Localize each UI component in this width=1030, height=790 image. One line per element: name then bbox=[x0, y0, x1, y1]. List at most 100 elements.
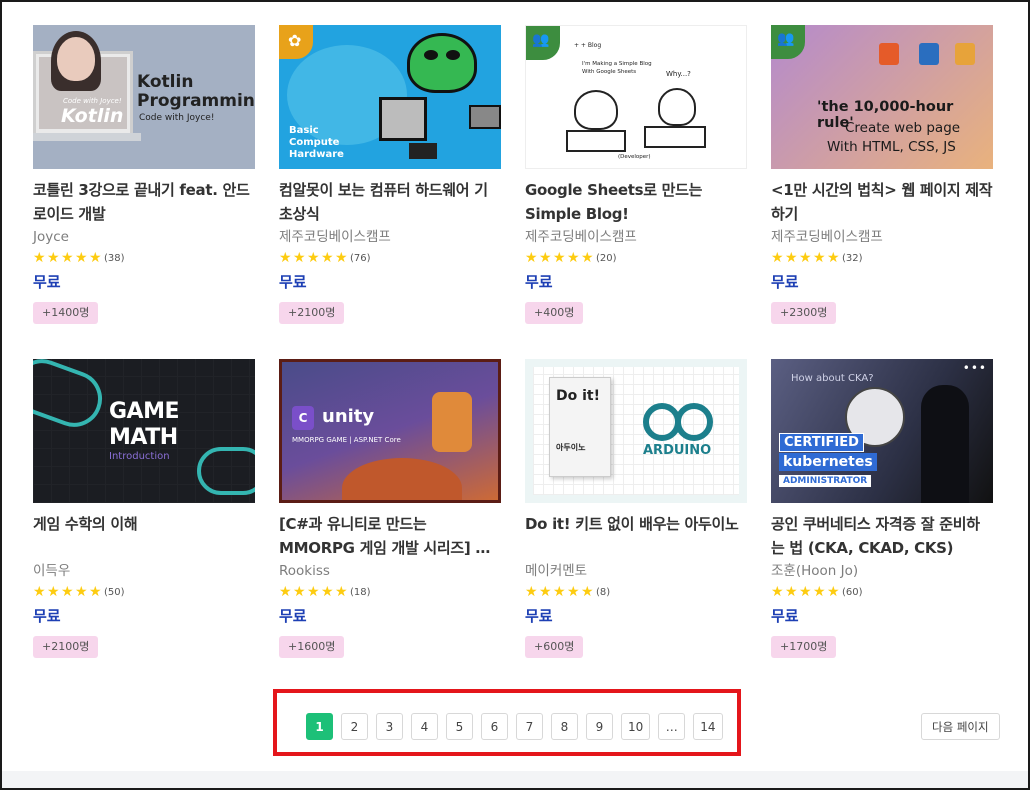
star-icon: ★ bbox=[293, 250, 306, 266]
unity-logo-text: unity bbox=[322, 406, 375, 427]
course-thumbnail[interactable]: C unity MMORPG GAME | ASP.NET Core bbox=[279, 359, 501, 503]
course-title[interactable]: 게임 수학의 이해 bbox=[33, 512, 255, 560]
course-title[interactable]: 코틀린 3강으로 끝내기 feat. 안드로이드 개발 bbox=[33, 178, 255, 226]
thumb-line: Create web page bbox=[845, 120, 961, 136]
course-thumbnail[interactable]: ✿ Basic Compute Hardware bbox=[279, 25, 501, 169]
arduino-logo-icon bbox=[643, 403, 721, 441]
star-icon: ★ bbox=[33, 584, 46, 600]
course-thumbnail[interactable]: 👥 'the 10,000-hour rule' Create web page… bbox=[771, 25, 993, 169]
course-instructor: Rookiss bbox=[279, 563, 330, 579]
page-ellipsis-button[interactable]: … bbox=[658, 713, 686, 740]
course-title[interactable]: <1만 시간의 법칙> 웹 페이지 제작하기 bbox=[771, 178, 993, 226]
thumb-header: How about CKA? bbox=[791, 373, 874, 384]
student-count-badge: +600명 bbox=[525, 636, 584, 658]
next-page-button[interactable]: 다음 페이지 bbox=[921, 713, 1000, 740]
rating-count: (32) bbox=[842, 252, 863, 264]
page-button-14[interactable]: 14 bbox=[693, 713, 723, 740]
course-rating: ★ ★ ★ ★ ★ (20) bbox=[525, 250, 747, 266]
course-thumbnail[interactable]: Code with Joyce! Kotlin Kotlin Programmi… bbox=[33, 25, 255, 169]
star-icon: ★ bbox=[279, 250, 292, 266]
page-button-9[interactable]: 9 bbox=[586, 713, 613, 740]
desk-illustration bbox=[566, 130, 626, 152]
course-price: 무료 bbox=[525, 273, 553, 291]
arduino-logo-text: ARDUINO bbox=[643, 443, 712, 458]
rating-count: (50) bbox=[104, 586, 125, 598]
star-icon: ★ bbox=[539, 250, 552, 266]
thumb-title: Kotlin Programming bbox=[137, 72, 255, 111]
page-button-1[interactable]: 1 bbox=[306, 713, 333, 740]
page-button-6[interactable]: 6 bbox=[481, 713, 508, 740]
rating-count: (76) bbox=[350, 252, 371, 264]
course-thumbnail[interactable]: 👥 + + Blog I'm Making a Simple Blog With… bbox=[525, 25, 747, 169]
course-card[interactable]: 👥 'the 10,000-hour rule' Create web page… bbox=[771, 25, 993, 343]
star-icon: ★ bbox=[785, 250, 798, 266]
star-rating: ★ ★ ★ ★ ★ bbox=[525, 585, 595, 599]
book-subtitle: 아두이노 bbox=[556, 443, 586, 452]
course-instructor: 이득우 bbox=[33, 563, 71, 579]
page-button-5[interactable]: 5 bbox=[446, 713, 473, 740]
student-count-badge: +2100명 bbox=[279, 302, 345, 324]
rating-count: (20) bbox=[596, 252, 617, 264]
course-thumbnail[interactable]: How about CKA? ••• CERTIFIED kubernetes … bbox=[771, 359, 993, 503]
star-icon: ★ bbox=[827, 250, 840, 266]
course-rating: ★ ★ ★ ★ ★ (18) bbox=[279, 584, 501, 600]
star-icon: ★ bbox=[785, 584, 798, 600]
course-title[interactable]: Do it! 키트 없이 배우는 아두이노 bbox=[525, 512, 747, 560]
thumb-why: Why...? bbox=[666, 70, 691, 78]
star-icon: ★ bbox=[553, 584, 566, 600]
course-card[interactable]: ✿ Basic Compute Hardware 컴알못이 보는 컴퓨터 하드웨… bbox=[279, 25, 501, 343]
course-instructor: 제주코딩베이스캠프 bbox=[525, 229, 637, 245]
thumb-kotlin-logo-text: Kotlin bbox=[61, 105, 124, 127]
device-illustration bbox=[409, 143, 437, 159]
page-button-10[interactable]: 10 bbox=[621, 713, 651, 740]
page-button-8[interactable]: 8 bbox=[551, 713, 578, 740]
course-grid: Code with Joyce! Kotlin Kotlin Programmi… bbox=[33, 25, 993, 677]
course-rating: ★ ★ ★ ★ ★ (32) bbox=[771, 250, 993, 266]
course-title[interactable]: Google Sheets로 만드는 Simple Blog! bbox=[525, 178, 747, 226]
course-card[interactable]: Code with Joyce! Kotlin Kotlin Programmi… bbox=[33, 25, 255, 343]
star-rating: ★ ★ ★ ★ ★ bbox=[525, 251, 595, 265]
leaf-icon: ✿ bbox=[279, 25, 313, 59]
star-icon: ★ bbox=[307, 584, 320, 600]
course-instructor: 제주코딩베이스캠프 bbox=[771, 229, 883, 245]
frog-illustration bbox=[407, 33, 477, 93]
star-icon: ★ bbox=[525, 250, 538, 266]
course-rating: ★ ★ ★ ★ ★ (50) bbox=[33, 584, 255, 600]
course-card[interactable]: 👥 + + Blog I'm Making a Simple Blog With… bbox=[525, 25, 747, 343]
page-button-4[interactable]: 4 bbox=[411, 713, 438, 740]
star-icon: ★ bbox=[279, 584, 292, 600]
star-icon: ★ bbox=[307, 250, 320, 266]
rating-count: (8) bbox=[596, 586, 611, 598]
course-card[interactable]: GAME MATH Introduction 게임 수학의 이해 이득우 ★ ★ ★… bbox=[33, 359, 255, 677]
course-card[interactable]: Do it! 아두이노 ARDUINO Do it! 키트 없이 배우는 아두이… bbox=[525, 359, 747, 677]
star-rating: ★ ★ ★ ★ ★ bbox=[279, 251, 349, 265]
page-button-3[interactable]: 3 bbox=[376, 713, 403, 740]
course-title[interactable]: 컴알못이 보는 컴퓨터 하드웨어 기초상식 bbox=[279, 178, 501, 226]
star-icon: ★ bbox=[75, 250, 88, 266]
star-icon: ★ bbox=[525, 584, 538, 600]
page-button-2[interactable]: 2 bbox=[341, 713, 368, 740]
rating-count: (18) bbox=[350, 586, 371, 598]
book-cover-illustration: Do it! 아두이노 bbox=[549, 377, 611, 477]
star-rating: ★ ★ ★ ★ ★ bbox=[771, 585, 841, 599]
course-thumbnail[interactable]: Do it! 아두이노 ARDUINO bbox=[525, 359, 747, 503]
course-thumbnail[interactable]: GAME MATH Introduction bbox=[33, 359, 255, 503]
csharp-icon: C bbox=[292, 406, 314, 430]
thumb-line: With HTML, CSS, JS bbox=[827, 139, 956, 155]
star-icon: ★ bbox=[581, 250, 594, 266]
course-price: 무료 bbox=[279, 273, 307, 291]
star-icon: ★ bbox=[61, 584, 74, 600]
rating-count: (38) bbox=[104, 252, 125, 264]
course-card[interactable]: C unity MMORPG GAME | ASP.NET Core [C#과 … bbox=[279, 359, 501, 677]
thumb-subtitle: Introduction bbox=[109, 451, 170, 462]
star-icon: ★ bbox=[771, 250, 784, 266]
course-card[interactable]: How about CKA? ••• CERTIFIED kubernetes … bbox=[771, 359, 993, 677]
star-icon: ★ bbox=[293, 584, 306, 600]
course-title[interactable]: 공인 쿠버네티스 자격증 잘 준비하는 법 (CKA, CKAD, CKS) bbox=[771, 512, 993, 560]
person-silhouette bbox=[921, 385, 969, 503]
thumb-line: Hardware bbox=[289, 149, 344, 160]
page-button-7[interactable]: 7 bbox=[516, 713, 543, 740]
star-icon: ★ bbox=[827, 584, 840, 600]
course-title[interactable]: [C#과 유니티로 만드는 MMORPG 게임 개발 시리즈] … bbox=[279, 512, 501, 560]
footer-strip bbox=[2, 771, 1028, 788]
